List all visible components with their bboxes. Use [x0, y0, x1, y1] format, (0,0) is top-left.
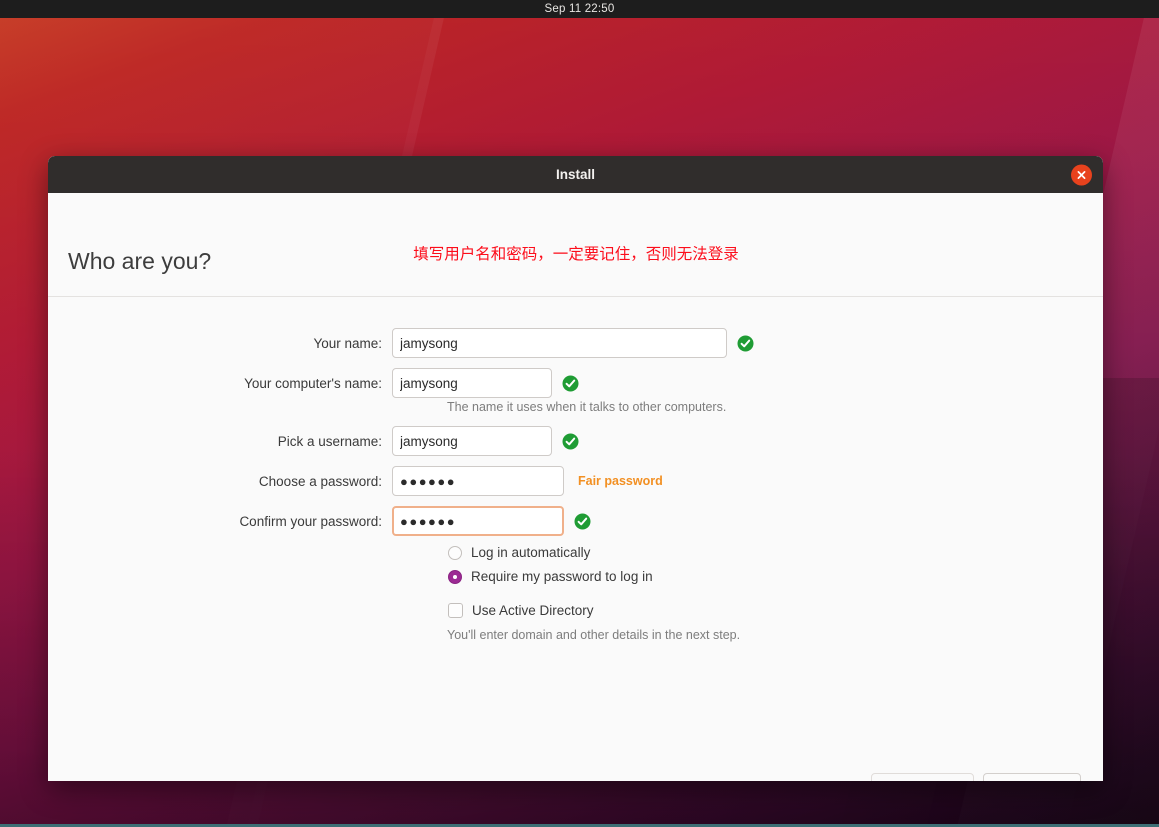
check-circle-icon — [562, 433, 579, 450]
desktop-screen: Sep 11 22:50 Install Who are you? 填写用户名和… — [0, 0, 1159, 827]
use-active-directory-label: Use Active Directory — [472, 603, 594, 618]
your-name-input[interactable] — [392, 328, 727, 358]
checkbox-use-active-directory[interactable]: Use Active Directory — [448, 603, 594, 618]
radio-login-automatically[interactable]: Log in automatically — [448, 545, 590, 560]
require-password-label: Require my password to log in — [471, 569, 653, 584]
form-row-computer-name: Your computer's name: — [48, 368, 1103, 398]
password-label: Choose a password: — [258, 473, 382, 489]
clock-label[interactable]: Sep 11 22:50 — [545, 3, 615, 15]
check-circle-icon — [574, 513, 591, 530]
window-content: Who are you? 填写用户名和密码，一定要记住，否则无法登录 Your … — [48, 193, 1103, 781]
username-label: Pick a username: — [277, 433, 382, 449]
back-button[interactable]: Back — [871, 773, 974, 781]
page-header: Who are you? 填写用户名和密码，一定要记住，否则无法登录 — [48, 193, 1103, 297]
active-directory-hint: You'll enter domain and other details in… — [447, 628, 741, 642]
radio-icon-selected[interactable] — [448, 569, 462, 584]
window-titlebar[interactable]: Install — [48, 156, 1103, 193]
checkbox-icon-unchecked[interactable] — [448, 603, 463, 618]
chinese-annotation: 填写用户名和密码，一定要记住，否则无法登录 — [413, 245, 739, 263]
radio-icon-unselected[interactable] — [448, 545, 462, 560]
computer-name-input[interactable] — [392, 368, 552, 398]
form-row-your-name: Your name: — [48, 328, 1103, 358]
username-input[interactable] — [392, 426, 552, 456]
check-circle-icon — [737, 335, 754, 352]
password-strength-label: Fair password — [578, 474, 663, 488]
confirm-password-label: Confirm your password: — [239, 513, 382, 529]
password-input[interactable] — [392, 466, 564, 496]
form-row-password: Choose a password: Fair password — [48, 466, 1103, 496]
window-title: Install — [555, 167, 595, 182]
check-circle-icon — [562, 375, 579, 392]
your-name-label: Your name: — [313, 335, 382, 351]
close-icon[interactable] — [1071, 164, 1092, 185]
install-window: Install Who are you? 填写用户名和密码，一定要记住，否则无法… — [48, 156, 1103, 781]
desktop-top-bar: Sep 11 22:50 — [0, 0, 1159, 18]
computer-name-label: Your computer's name: — [244, 375, 382, 391]
login-automatically-label: Log in automatically — [471, 545, 591, 560]
radio-require-password[interactable]: Require my password to log in — [448, 569, 653, 584]
computer-name-hint: The name it uses when it talks to other … — [447, 400, 727, 414]
confirm-password-input[interactable] — [392, 506, 564, 536]
form-row-username: Pick a username: — [48, 426, 1103, 456]
continue-button[interactable]: Continue — [983, 773, 1081, 781]
form-row-confirm-password: Confirm your password: — [48, 506, 1103, 536]
page-title: Who are you? — [68, 248, 212, 274]
